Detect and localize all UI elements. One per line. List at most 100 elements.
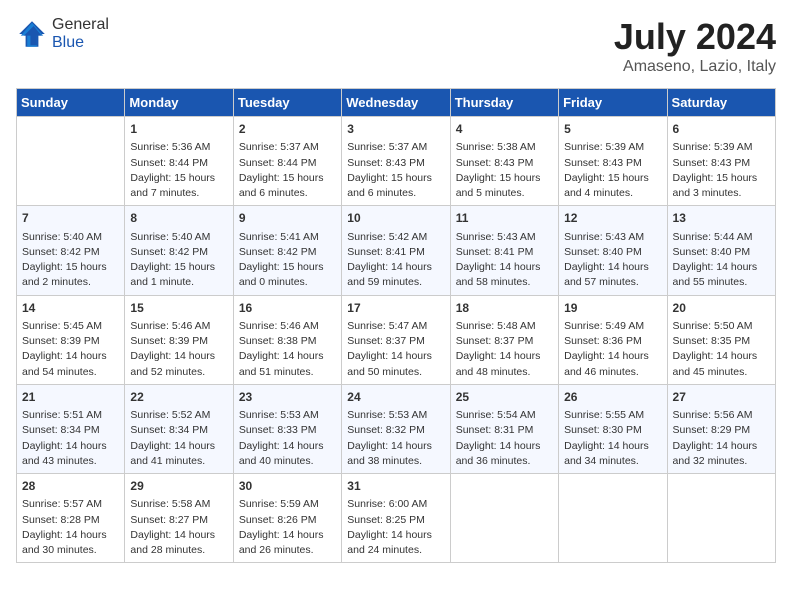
logo-icon: [16, 18, 48, 50]
day-number: 29: [130, 478, 227, 495]
calendar-header-row: SundayMondayTuesdayWednesdayThursdayFrid…: [17, 89, 776, 117]
day-info: Sunrise: 5:49 AM Sunset: 8:36 PM Dayligh…: [564, 320, 649, 378]
calendar-cell: 15 Sunrise: 5:46 AM Sunset: 8:39 PM Dayli…: [125, 295, 233, 384]
page-header: General Blue July 2024 Amaseno, Lazio, I…: [16, 16, 776, 76]
calendar-cell: 10 Sunrise: 5:42 AM Sunset: 8:41 PM Dayli…: [342, 206, 450, 295]
calendar-cell: 4 Sunrise: 5:38 AM Sunset: 8:43 PM Daylig…: [450, 117, 558, 206]
day-info: Sunrise: 5:38 AM Sunset: 8:43 PM Dayligh…: [456, 141, 541, 199]
day-number: 1: [130, 121, 227, 138]
day-info: Sunrise: 5:46 AM Sunset: 8:39 PM Dayligh…: [130, 320, 215, 378]
calendar-cell: 27Sunrise: 5:56 AM Sunset: 8:29 PM Dayli…: [667, 384, 775, 473]
column-header-saturday: Saturday: [667, 89, 775, 117]
day-number: 6: [673, 121, 770, 138]
calendar-cell: 29 Sunrise: 5:58 AM Sunset: 8:27 PM Dayli…: [125, 474, 233, 563]
calendar-week-row: 14 Sunrise: 5:45 AM Sunset: 8:39 PM Dayli…: [17, 295, 776, 384]
calendar-week-row: 21 Sunrise: 5:51 AM Sunset: 8:34 PM Dayli…: [17, 384, 776, 473]
calendar-cell: [667, 474, 775, 563]
day-info: Sunrise: 5:59 AM Sunset: 8:26 PM Dayligh…: [239, 498, 324, 556]
day-info: Sunrise: 5:42 AM Sunset: 8:41 PM Dayligh…: [347, 231, 432, 289]
day-number: 8: [130, 210, 227, 227]
calendar-cell: 19 Sunrise: 5:49 AM Sunset: 8:36 PM Dayli…: [559, 295, 667, 384]
calendar-cell: 1 Sunrise: 5:36 AM Sunset: 8:44 PM Daylig…: [125, 117, 233, 206]
calendar-cell: 31 Sunrise: 6:00 AM Sunset: 8:25 PM Dayli…: [342, 474, 450, 563]
day-info: Sunrise: 5:41 AM Sunset: 8:42 PM Dayligh…: [239, 231, 324, 289]
day-info: Sunrise: 5:46 AM Sunset: 8:38 PM Dayligh…: [239, 320, 324, 378]
day-info: Sunrise: 5:43 AM Sunset: 8:40 PM Dayligh…: [564, 231, 649, 289]
calendar-cell: 3Sunrise: 5:37 AM Sunset: 8:43 PM Daylig…: [342, 117, 450, 206]
calendar-cell: 9 Sunrise: 5:41 AM Sunset: 8:42 PM Daylig…: [233, 206, 341, 295]
day-number: 13: [673, 210, 770, 227]
calendar-cell: 18 Sunrise: 5:48 AM Sunset: 8:37 PM Dayli…: [450, 295, 558, 384]
day-info: Sunrise: 6:00 AM Sunset: 8:25 PM Dayligh…: [347, 498, 432, 556]
day-info: Sunrise: 5:57 AM Sunset: 8:28 PM Dayligh…: [22, 498, 107, 556]
calendar-cell: 12 Sunrise: 5:43 AM Sunset: 8:40 PM Dayli…: [559, 206, 667, 295]
day-number: 7: [22, 210, 119, 227]
day-info: Sunrise: 5:58 AM Sunset: 8:27 PM Dayligh…: [130, 498, 215, 556]
calendar-week-row: 1 Sunrise: 5:36 AM Sunset: 8:44 PM Daylig…: [17, 117, 776, 206]
logo-general-text: General: [52, 16, 109, 33]
column-header-thursday: Thursday: [450, 89, 558, 117]
day-number: 2: [239, 121, 336, 138]
calendar-cell: 6 Sunrise: 5:39 AM Sunset: 8:43 PM Daylig…: [667, 117, 775, 206]
day-info: Sunrise: 5:55 AM Sunset: 8:30 PM Dayligh…: [564, 409, 649, 467]
calendar-cell: 30Sunrise: 5:59 AM Sunset: 8:26 PM Dayli…: [233, 474, 341, 563]
day-info: Sunrise: 5:48 AM Sunset: 8:37 PM Dayligh…: [456, 320, 541, 378]
calendar-cell: 14 Sunrise: 5:45 AM Sunset: 8:39 PM Dayli…: [17, 295, 125, 384]
day-info: Sunrise: 5:39 AM Sunset: 8:43 PM Dayligh…: [564, 141, 649, 199]
calendar-cell: 17Sunrise: 5:47 AM Sunset: 8:37 PM Dayli…: [342, 295, 450, 384]
calendar-cell: [559, 474, 667, 563]
column-header-monday: Monday: [125, 89, 233, 117]
day-number: 25: [456, 389, 553, 406]
day-number: 5: [564, 121, 661, 138]
day-info: Sunrise: 5:44 AM Sunset: 8:40 PM Dayligh…: [673, 231, 758, 289]
calendar-cell: 5 Sunrise: 5:39 AM Sunset: 8:43 PM Daylig…: [559, 117, 667, 206]
day-number: 19: [564, 300, 661, 317]
day-number: 21: [22, 389, 119, 406]
day-number: 27: [673, 389, 770, 406]
day-number: 14: [22, 300, 119, 317]
logo-text: General Blue: [52, 16, 109, 52]
day-number: 15: [130, 300, 227, 317]
day-number: 28: [22, 478, 119, 495]
day-number: 10: [347, 210, 444, 227]
calendar-cell: 20 Sunrise: 5:50 AM Sunset: 8:35 PM Dayli…: [667, 295, 775, 384]
day-number: 18: [456, 300, 553, 317]
day-number: 20: [673, 300, 770, 317]
column-header-tuesday: Tuesday: [233, 89, 341, 117]
day-number: 23: [239, 389, 336, 406]
day-number: 22: [130, 389, 227, 406]
calendar-cell: 11 Sunrise: 5:43 AM Sunset: 8:41 PM Dayli…: [450, 206, 558, 295]
day-info: Sunrise: 5:45 AM Sunset: 8:39 PM Dayligh…: [22, 320, 107, 378]
day-info: Sunrise: 5:43 AM Sunset: 8:41 PM Dayligh…: [456, 231, 541, 289]
day-info: Sunrise: 5:51 AM Sunset: 8:34 PM Dayligh…: [22, 409, 107, 467]
calendar-cell: 22Sunrise: 5:52 AM Sunset: 8:34 PM Dayli…: [125, 384, 233, 473]
day-number: 4: [456, 121, 553, 138]
day-number: 12: [564, 210, 661, 227]
calendar-cell: 28 Sunrise: 5:57 AM Sunset: 8:28 PM Dayli…: [17, 474, 125, 563]
day-number: 31: [347, 478, 444, 495]
day-info: Sunrise: 5:50 AM Sunset: 8:35 PM Dayligh…: [673, 320, 758, 378]
calendar-cell: 21 Sunrise: 5:51 AM Sunset: 8:34 PM Dayli…: [17, 384, 125, 473]
day-info: Sunrise: 5:39 AM Sunset: 8:43 PM Dayligh…: [673, 141, 758, 199]
day-number: 16: [239, 300, 336, 317]
logo: General Blue: [16, 16, 109, 52]
day-info: Sunrise: 5:40 AM Sunset: 8:42 PM Dayligh…: [22, 231, 107, 289]
calendar-cell: 26Sunrise: 5:55 AM Sunset: 8:30 PM Dayli…: [559, 384, 667, 473]
calendar-week-row: 7 Sunrise: 5:40 AM Sunset: 8:42 PM Daylig…: [17, 206, 776, 295]
location: Amaseno, Lazio, Italy: [614, 58, 776, 76]
day-number: 3: [347, 121, 444, 138]
day-number: 9: [239, 210, 336, 227]
calendar-cell: 7 Sunrise: 5:40 AM Sunset: 8:42 PM Daylig…: [17, 206, 125, 295]
calendar-cell: 16 Sunrise: 5:46 AM Sunset: 8:38 PM Dayli…: [233, 295, 341, 384]
column-header-friday: Friday: [559, 89, 667, 117]
day-number: 24: [347, 389, 444, 406]
day-number: 11: [456, 210, 553, 227]
month-title: July 2024: [614, 16, 776, 58]
day-info: Sunrise: 5:37 AM Sunset: 8:44 PM Dayligh…: [239, 141, 324, 199]
day-info: Sunrise: 5:53 AM Sunset: 8:33 PM Dayligh…: [239, 409, 324, 467]
day-info: Sunrise: 5:54 AM Sunset: 8:31 PM Dayligh…: [456, 409, 541, 467]
day-info: Sunrise: 5:36 AM Sunset: 8:44 PM Dayligh…: [130, 141, 215, 199]
calendar-cell: [17, 117, 125, 206]
logo-blue-text: Blue: [52, 34, 84, 51]
day-number: 17: [347, 300, 444, 317]
